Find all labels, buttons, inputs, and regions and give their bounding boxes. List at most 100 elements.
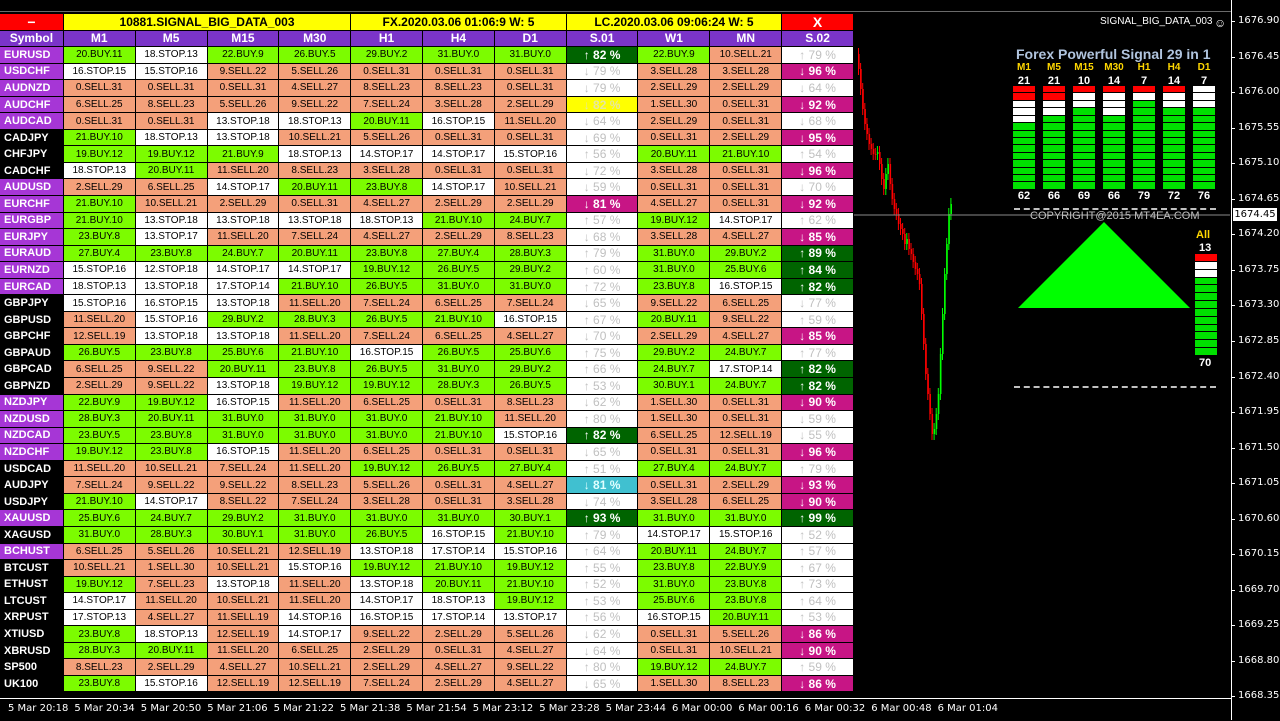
minimize-button[interactable]: −	[0, 14, 64, 31]
symbol-button[interactable]: XRPUST	[0, 609, 64, 627]
signal-cell: 23.BUY.8	[638, 278, 711, 296]
signal-cell: 5.SELL.26	[351, 129, 423, 147]
symbol-button[interactable]: CADJPY	[0, 129, 64, 147]
bar-segment	[1133, 108, 1155, 115]
signal-cell: 8.SELL.22	[207, 493, 280, 511]
signal-cell: 5.SELL.26	[351, 477, 423, 494]
symbol-button[interactable]: LTCUST	[0, 593, 64, 610]
bar-segment	[1103, 130, 1125, 137]
symbol-button[interactable]: USDCAD	[0, 460, 64, 478]
signal-cell: 9.SELL.22	[494, 659, 567, 676]
symbol-button[interactable]: XTIUSD	[0, 626, 64, 643]
symbol-button[interactable]: XAGUSD	[0, 526, 64, 544]
symbol-button[interactable]: GBPCHF	[0, 328, 64, 345]
strength-s01-cell: ↓ 65 %	[566, 675, 639, 693]
time-tick-label: 5 Mar 21:38	[340, 703, 401, 714]
symbol-button[interactable]: BCHUST	[0, 543, 64, 561]
table-row: CHFJPY 19.BUY.12 19.BUY.12 21.BUY.9 18.STOP.…	[0, 146, 854, 163]
table-row: XAGUSD 31.BUY.0 28.BUY.3 30.BUY.1 31.BUY.0 26…	[0, 526, 854, 544]
signal-cell: 18.STOP.13	[423, 593, 495, 610]
signal-cell: 14.STOP.17	[423, 179, 495, 197]
symbol-button[interactable]: CHFJPY	[0, 146, 64, 163]
signal-cell: 31.BUY.0	[710, 510, 783, 527]
symbol-button[interactable]: EURAUD	[0, 245, 64, 263]
signal-cell: 0.SELL.31	[638, 477, 711, 494]
signal-cell: 1.SELL.30	[638, 411, 711, 428]
symbol-button[interactable]: AUDUSD	[0, 179, 64, 197]
signal-cell: 0.SELL.31	[494, 129, 567, 147]
strength-s02-cell: ↑ 79 %	[782, 47, 854, 64]
symbol-button[interactable]: USDCHF	[0, 63, 64, 81]
symbol-button[interactable]: GBPNZD	[0, 378, 64, 395]
signal-cell: 0.SELL.31	[423, 444, 495, 461]
symbol-button[interactable]: GBPCAD	[0, 361, 64, 379]
signal-cell: 4.SELL.27	[710, 328, 783, 345]
table-row: XTIUSD 23.BUY.8 18.STOP.13 12.SELL.19 14.STO…	[0, 626, 854, 643]
symbol-button[interactable]: ETHUST	[0, 576, 64, 594]
table-header: Symbol M1 M5 M15 M30 H1 H4 D1 S.01 W1 MN S.02	[0, 30, 854, 48]
signal-cell: 21.BUY.10	[63, 196, 136, 213]
signal-cell: 20.BUY.11	[135, 411, 208, 428]
symbol-button[interactable]: USDJPY	[0, 493, 64, 511]
bar-segment	[1013, 86, 1035, 93]
symbol-button[interactable]: EURNZD	[0, 262, 64, 279]
price-axis[interactable]: 1676.90 1676.45 1676.00 1675.55 1675.10 1674.…	[1230, 0, 1280, 720]
bar-segment	[1133, 137, 1155, 145]
signal-cell: 13.STOP.18	[351, 576, 423, 594]
signal-cell: 15.STOP.16	[63, 295, 136, 312]
signal-cell: 0.SELL.31	[423, 493, 495, 511]
table-row: BCHUST 6.SELL.25 5.SELL.26 10.SELL.21 12.SEL…	[0, 543, 854, 561]
symbol-button[interactable]: AUDCHF	[0, 96, 64, 114]
strength-s02-cell: ↑ 99 %	[782, 510, 854, 527]
symbol-button[interactable]: CADCHF	[0, 162, 64, 180]
symbol-button[interactable]: EURGBP	[0, 212, 64, 230]
signal-cell: 0.SELL.31	[710, 113, 783, 130]
symbol-button[interactable]: BTCUST	[0, 560, 64, 577]
symbol-button[interactable]: GBPAUD	[0, 344, 64, 362]
symbol-button[interactable]: EURCHF	[0, 196, 64, 213]
symbol-button[interactable]: NZDUSD	[0, 411, 64, 428]
symbol-button[interactable]: EURUSD	[0, 47, 64, 64]
signal-cell: 29.BUY.2	[710, 245, 783, 263]
candle-body	[883, 179, 885, 189]
symbol-button[interactable]: NZDCHF	[0, 444, 64, 461]
signal-cell: 16.STOP.15	[638, 609, 711, 627]
signal-cell: 7.SELL.23	[135, 576, 208, 594]
symbol-button[interactable]: SP500	[0, 659, 64, 676]
symbol-button[interactable]: EURJPY	[0, 229, 64, 246]
symbol-button[interactable]: NZDCAD	[0, 427, 64, 445]
symbol-button[interactable]: NZDJPY	[0, 394, 64, 412]
signal-cell: 7.SELL.24	[351, 295, 423, 312]
symbol-button[interactable]: AUDNZD	[0, 80, 64, 97]
bar-segment	[1103, 175, 1125, 182]
signal-cell: 23.BUY.8	[351, 245, 423, 263]
symbol-button[interactable]: GBPUSD	[0, 311, 64, 329]
signal-cell: 14.STOP.17	[207, 179, 280, 197]
price-tick-label: 1669.25	[1230, 619, 1280, 631]
time-axis[interactable]: 5 Mar 20:18 5 Mar 20:34 5 Mar 20:50 5 Mar 2…	[0, 698, 1231, 721]
symbol-button[interactable]: AUDJPY	[0, 477, 64, 494]
symbol-button[interactable]: XBRUSD	[0, 642, 64, 660]
signal-cell: 0.SELL.31	[423, 477, 495, 494]
symbol-button[interactable]: UK100	[0, 675, 64, 693]
symbol-button[interactable]: XAUUSD	[0, 510, 64, 527]
strength-s01-cell: ↑ 80 %	[566, 659, 639, 676]
candle-body	[921, 284, 923, 314]
symbol-button[interactable]: EURCAD	[0, 278, 64, 296]
signal-cell: 18.STOP.13	[135, 626, 208, 643]
symbol-button[interactable]: AUDCAD	[0, 113, 64, 130]
signal-cell: 20.BUY.11	[63, 47, 136, 64]
bar-segment	[1163, 130, 1185, 137]
bar-segment	[1013, 130, 1035, 137]
candle-body	[935, 414, 938, 429]
signal-cell: 23.BUY.8	[63, 675, 136, 693]
symbol-button[interactable]: GBPJPY	[0, 295, 64, 312]
close-button[interactable]: X	[782, 14, 855, 31]
price-tick-label: 1668.35	[1230, 690, 1280, 702]
candle-body	[946, 244, 948, 274]
strength-s01-cell: ↓ 70 %	[566, 328, 639, 345]
candle-body	[874, 154, 877, 155]
price-tick-label: 1676.90	[1230, 15, 1280, 26]
bar-segment	[1195, 340, 1217, 348]
signal-cell: 8.SELL.23	[710, 675, 783, 693]
